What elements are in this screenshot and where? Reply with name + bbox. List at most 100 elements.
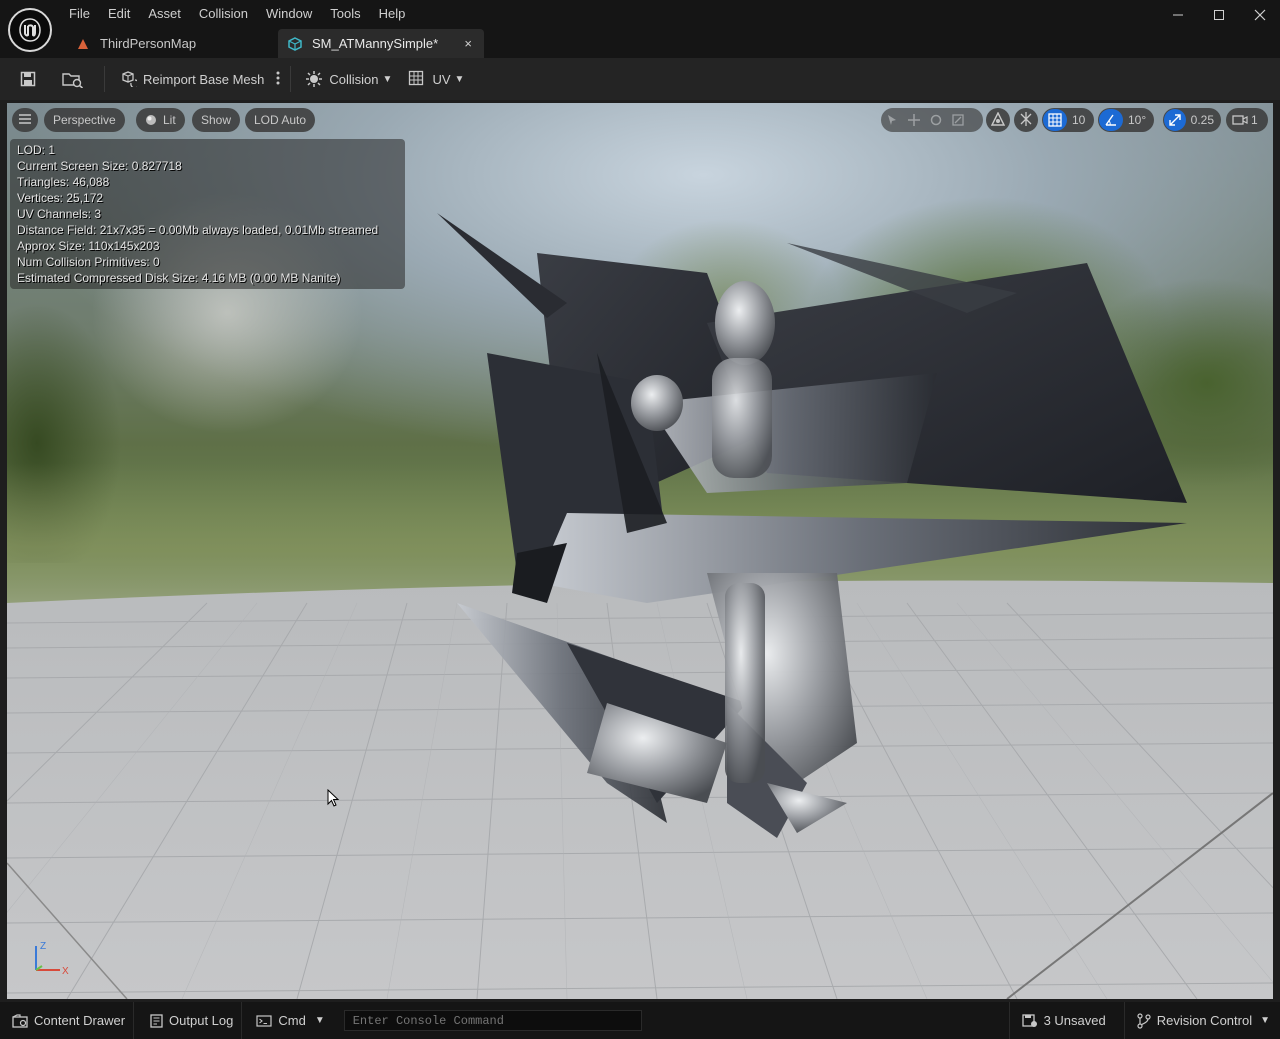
content-drawer-button[interactable]: Content Drawer [0,1002,135,1039]
stat-approx-size: Approx Size: 110x145x203 [17,239,160,253]
camera-icon [1232,114,1248,126]
lit-button[interactable]: Lit [136,108,185,132]
more-options-icon [276,71,280,88]
map-icon [76,37,90,51]
document-tabs: ThirdPersonMap SM_ATMannySimple* × [66,29,484,58]
output-log-button[interactable]: Output Log [134,1002,243,1039]
globe-icon [990,110,1006,129]
viewport-frame: Perspective Lit Show LOD Auto 10 10° 0.2… [0,100,1280,1002]
stat-disk-size: Estimated Compressed Disk Size: 4.16 MB … [17,271,341,285]
stat-screen-size: Current Screen Size: 0.827718 [17,159,182,173]
collision-dropdown[interactable]: Collision ▼ [297,63,400,95]
mesh-stats-overlay: LOD: 1 Current Screen Size: 0.827718 Tri… [10,139,405,289]
unsaved-assets-button[interactable]: 3 Unsaved [1008,1002,1124,1039]
tab-label: SM_ATMannySimple* [312,36,439,51]
lit-label: Lit [163,113,176,127]
static-mesh-icon [288,36,302,51]
maximize-icon [1213,10,1224,20]
chevron-down-icon: ▼ [382,73,393,85]
mesh-viewport[interactable]: Perspective Lit Show LOD Auto 10 10° 0.2… [7,103,1273,999]
browse-asset-button[interactable] [50,63,98,95]
rotate-icon[interactable] [925,108,947,132]
status-bar-right: 3 Unsaved Revision Control ▼ [1008,1002,1280,1039]
close-tab-icon[interactable]: × [464,36,472,51]
collision-label: Collision [329,71,379,87]
scale-snap-value: 0.25 [1190,113,1214,127]
close-icon [1254,9,1265,21]
surface-snap-toggle[interactable] [1014,108,1038,132]
toolbar-divider [290,66,292,92]
chevron-down-icon: ▼ [454,73,465,85]
stat-lod: LOD: 1 [17,143,56,157]
uv-dropdown[interactable]: UV ▼ [400,63,472,95]
maximize-button[interactable] [1198,0,1239,30]
stat-distance-field: Distance Field: 21x7x35 = 0.00Mb always … [17,223,379,237]
axis-z-label: Z [40,941,46,952]
minimize-button[interactable] [1157,0,1198,30]
menu-file[interactable]: File [60,0,99,28]
uv-label: UV [432,71,451,87]
angle-snap-icon [1099,109,1123,131]
stat-triangles: Triangles: 46,088 [17,175,110,189]
camera-speed-control[interactable]: 1 [1226,108,1268,132]
stat-uv-channels: UV Channels: 3 [17,207,102,221]
rotation-snap-control[interactable]: 10° [1098,108,1154,132]
status-bar: Content Drawer Output Log Cmd ▼ 3 Unsave… [0,1002,1280,1039]
unsaved-icon [1021,1013,1038,1028]
menu-tools[interactable]: Tools [321,0,369,28]
content-drawer-label: Content Drawer [34,1013,126,1028]
scale-icon[interactable] [947,108,969,132]
toolbar-divider [104,66,105,92]
content-drawer-icon [12,1013,28,1028]
cmd-label: Cmd [278,1013,306,1028]
grid-snap-icon [1043,109,1067,131]
viewport-menu-button[interactable] [12,108,38,132]
grid-snap-value: 10 [1072,113,1086,127]
axis-indicator: Z X [35,941,69,977]
menu-bar: File Edit Asset Collision Window Tools H… [60,0,414,28]
scale-snap-control[interactable]: 0.25 [1163,108,1221,132]
unsaved-label: 3 Unsaved [1043,1013,1106,1028]
perspective-button[interactable]: Perspective [44,108,125,132]
save-button[interactable] [0,63,50,95]
close-window-button[interactable] [1239,0,1280,30]
chevron-down-icon: ▼ [314,1015,325,1026]
menu-asset[interactable]: Asset [139,0,190,28]
lit-sphere-icon [145,114,157,126]
menu-help[interactable]: Help [370,0,415,28]
axis-x-label: X [62,966,69,977]
reimport-options-button[interactable] [272,63,284,95]
hamburger-icon [19,113,31,127]
title-bar: File Edit Asset Collision Window Tools H… [0,0,1280,58]
output-log-label: Output Log [169,1013,234,1028]
terminal-icon [256,1014,272,1027]
collision-icon [305,70,323,88]
revision-control-button[interactable]: Revision Control ▼ [1123,1002,1280,1039]
console-command-input[interactable] [343,1010,642,1031]
cmd-dropdown[interactable]: Cmd ▼ [242,1002,332,1039]
show-button[interactable]: Show [192,108,241,132]
minimize-icon [1172,14,1183,16]
reimport-icon [119,71,137,87]
reimport-base-mesh-button[interactable]: Reimport Base Mesh [111,63,272,95]
output-log-icon [150,1013,163,1028]
translate-icon[interactable] [903,108,925,132]
camera-speed-value: 1 [1251,113,1258,127]
asset-toolbar: Reimport Base Mesh Collision ▼ UV ▼ [0,58,1280,100]
grid-snap-control[interactable]: 10 [1042,108,1094,132]
stat-vertices: Vertices: 25,172 [17,191,104,205]
world-local-toggle[interactable] [986,108,1010,132]
transform-tools-group [881,108,983,132]
unreal-logo-icon[interactable] [8,8,52,52]
stat-collision-primitives: Num Collision Primitives: 0 [17,255,160,269]
tab-sm-atmanny-simple[interactable]: SM_ATMannySimple* × [278,29,484,58]
lod-auto-button[interactable]: LOD Auto [245,108,316,132]
menu-edit[interactable]: Edit [99,0,139,28]
chevron-down-icon: ▼ [1260,1015,1270,1026]
uv-grid-icon [408,70,426,88]
tab-third-person-map[interactable]: ThirdPersonMap [66,29,278,58]
scale-snap-icon [1164,109,1186,131]
menu-window[interactable]: Window [257,0,321,28]
select-mode-icon[interactable] [881,108,903,132]
menu-collision[interactable]: Collision [190,0,257,28]
